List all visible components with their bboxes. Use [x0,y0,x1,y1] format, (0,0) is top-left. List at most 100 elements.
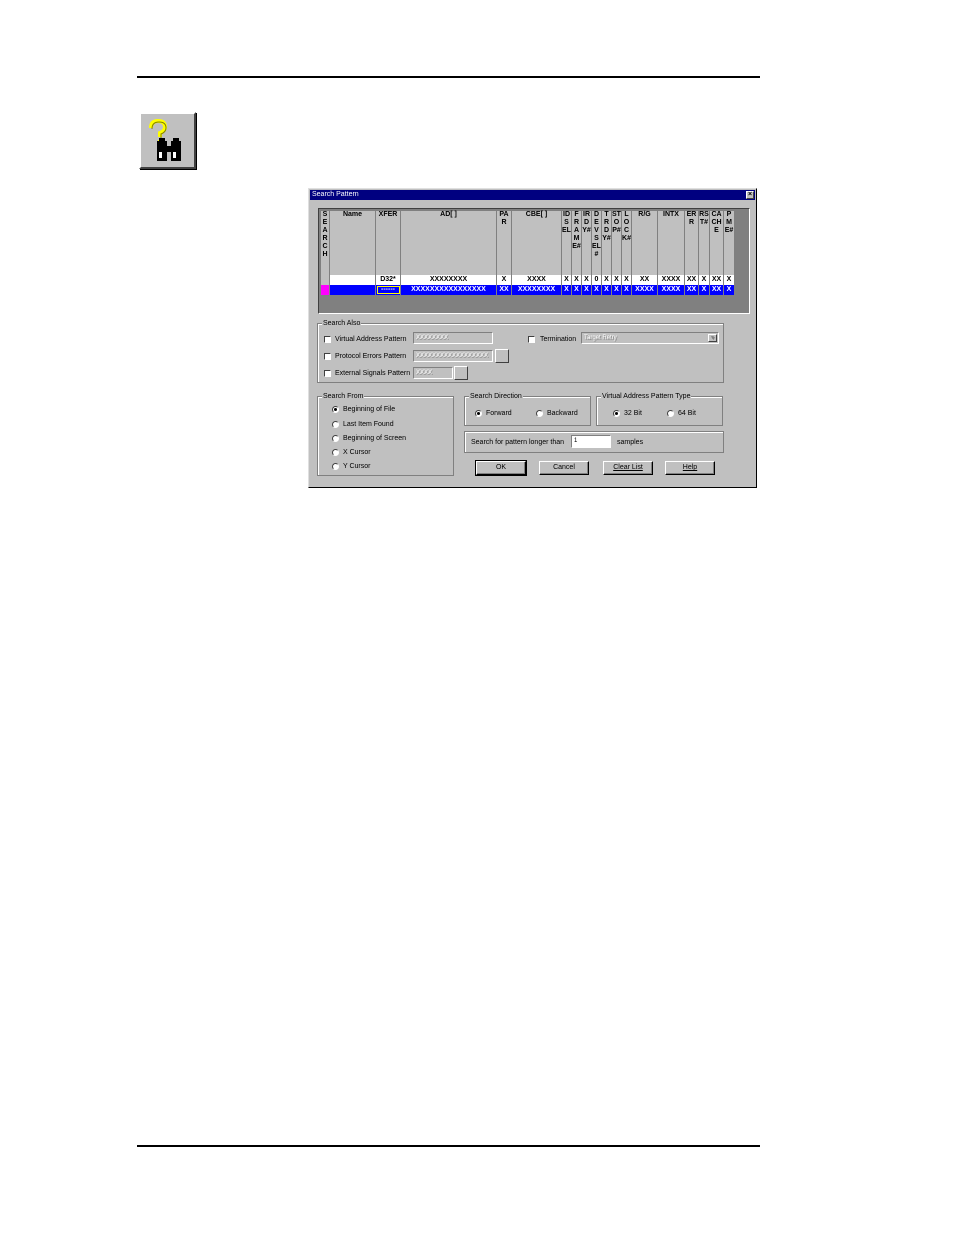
grid-header-rg: R/G [632,211,658,275]
external-signals-checkbox[interactable] [324,370,331,377]
cell-ad[interactable]: XXXXXXXXXXXXXXXX [401,285,497,295]
termination-select[interactable]: Target Retry ▼ [581,332,719,344]
grid-header-devsel: DEVSEL# [592,211,602,275]
cell-frame[interactable]: X [572,275,582,285]
row-selector-current[interactable] [321,285,330,295]
cell-cbe[interactable]: XXXX [512,275,562,285]
chevron-down-icon[interactable]: ▼ [708,334,717,342]
external-signals-browse-button[interactable] [454,366,468,380]
radio-last-item-found[interactable] [332,421,339,428]
dialog-title: Search Pattern [312,191,359,198]
grid-header-irdy: IRDY# [582,211,592,275]
label-64-bit: 64 Bit [678,410,696,417]
cell-lock[interactable]: X [622,275,632,285]
cell-trdy[interactable]: X [602,275,612,285]
cell-cache[interactable]: XX [710,275,724,285]
cell-name[interactable] [330,285,376,295]
cell-par[interactable]: XX [497,285,512,295]
external-signals-field[interactable]: XXXX [413,367,453,379]
grid-header-intx: INTX [658,211,685,275]
ok-button[interactable]: OK [475,460,527,476]
grid-header-ad: AD[ ] [401,211,497,275]
row-selector[interactable] [321,275,330,285]
virtual-address-label: Virtual Address Pattern [335,336,407,343]
cell-stop[interactable]: X [612,285,622,295]
grid-header-xfer: XFER [376,211,401,275]
label-beginning-of-screen: Beginning of Screen [343,435,407,442]
clear-list-button[interactable]: Clear List [603,461,653,475]
search-pattern-toolbar-button[interactable] [139,112,196,169]
termination-label: Termination [540,336,577,343]
label-forward: Forward [486,410,512,417]
search-from-group: Search From Beginning of File Last Item … [317,392,454,476]
virtual-address-checkbox[interactable] [324,336,331,343]
cell-cache[interactable]: XX [710,285,724,295]
cell-devsel[interactable]: X [592,285,602,295]
cell-xfer[interactable]: D32* [376,275,401,285]
cell-ad[interactable]: XXXXXXXX [401,275,497,285]
cell-rst[interactable]: X [699,275,710,285]
close-button[interactable]: × [746,191,754,199]
radio-beginning-of-file[interactable] [332,406,339,413]
termination-value: Target Retry [584,335,617,341]
label-last-item-found: Last Item Found [343,421,394,428]
grid-header-stop: STOP# [612,211,622,275]
termination-checkbox[interactable] [528,336,535,343]
top-rule [137,76,760,78]
dialog-titlebar: Search Pattern × [310,190,755,200]
pattern-length-group: Search for pattern longer than 1 samples [464,431,724,453]
cell-par[interactable]: X [497,275,512,285]
cell-idsel[interactable]: X [562,285,572,295]
cell-irdy[interactable]: X [582,285,592,295]
radio-backward[interactable] [536,410,543,417]
protocol-errors-browse-button[interactable] [495,349,509,363]
cancel-button[interactable]: Cancel [539,461,589,475]
grid-header-frame: FRAME# [572,211,582,275]
grid-header-name: Name [330,211,376,275]
grid-header-idsel: IDSEL [562,211,572,275]
cell-trdy[interactable]: X [602,285,612,295]
cell-devsel[interactable]: 0 [592,275,602,285]
protocol-errors-field[interactable]: XXXXXXXXXXXXXXXXXX [413,350,493,362]
search-also-title: Search Also [322,319,362,328]
cell-err[interactable]: XX [685,285,699,295]
radio-beginning-of-screen[interactable] [332,435,339,442]
radio-forward[interactable] [475,410,482,417]
cell-pme[interactable]: X [724,285,735,295]
grid-header-par: PAR [497,211,512,275]
cell-cbe[interactable]: XXXXXXXX [512,285,562,295]
virtual-address-field[interactable]: XXXXXXXX [413,332,493,344]
grid-header-trdy: TRDY# [602,211,612,275]
cell-pme[interactable]: X [724,275,735,285]
grid-header-cache: CACHE [710,211,724,275]
cell-rg[interactable]: XX [632,275,658,285]
radio-x-cursor[interactable] [332,449,339,456]
cell-xfer-focused[interactable]: ------ [376,285,401,295]
cell-lock[interactable]: X [622,285,632,295]
radio-32-bit[interactable] [613,410,620,417]
cell-name[interactable] [330,275,376,285]
protocol-errors-checkbox[interactable] [324,353,331,360]
cell-intx[interactable]: XXXX [658,285,685,295]
cell-intx[interactable]: XXXX [658,275,685,285]
grid-header-cbe: CBE[ ] [512,211,562,275]
label-backward: Backward [547,410,578,417]
search-direction-title: Search Direction [469,392,523,401]
bottom-rule [137,1145,760,1147]
external-signals-label: External Signals Pattern [335,370,411,377]
help-button[interactable]: Help [665,461,715,475]
binoculars-question-icon [149,118,181,161]
cell-rst[interactable]: X [699,285,710,295]
cell-irdy[interactable]: X [582,275,592,285]
cell-stop[interactable]: X [612,275,622,285]
grid-header-lock: LOCK# [622,211,632,275]
radio-y-cursor[interactable] [332,463,339,470]
pattern-length-input[interactable]: 1 [571,435,611,448]
cell-rg[interactable]: XXXX [632,285,658,295]
pattern-grid[interactable]: SEARCH Name XFER AD[ ] PAR CBE[ ] IDSEL … [318,208,750,314]
cell-err[interactable]: XX [685,275,699,285]
search-from-title: Search From [322,392,365,401]
cell-frame[interactable]: X [572,285,582,295]
radio-64-bit[interactable] [667,410,674,417]
cell-idsel[interactable]: X [562,275,572,285]
